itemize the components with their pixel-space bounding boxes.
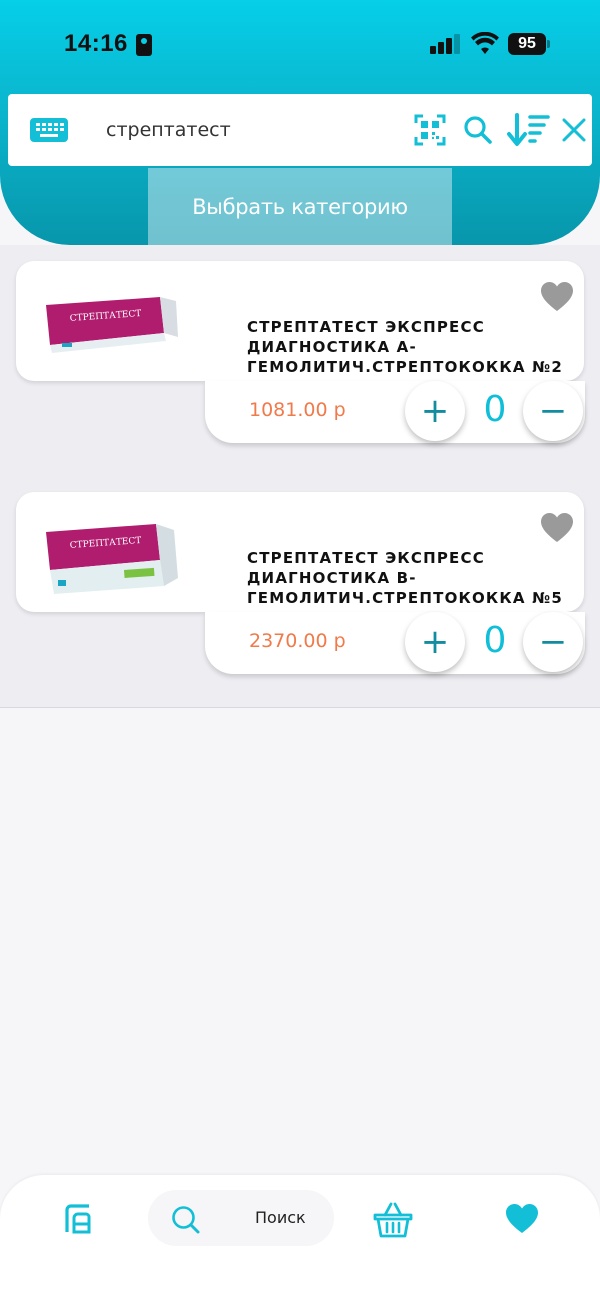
search-input[interactable] [106, 112, 396, 148]
wifi-icon [471, 32, 499, 54]
nav-basket-icon[interactable] [370, 1197, 416, 1243]
product-row: СТРЕПТАТЕСТ СТРЕПТАТЕСТ ЭКСПРЕСС ДИАГНОС… [0, 245, 600, 477]
bottom-nav: Поиск [0, 1175, 600, 1300]
battery-indicator: 95 [508, 33, 550, 55]
product-image: СТРЕПТАТЕСТ [46, 524, 178, 594]
price-panel: 1081.00 р + 0 − [205, 381, 585, 443]
header: 14:16 95 стрептатест Выбрать категорию [0, 0, 600, 245]
search-bar [8, 94, 592, 166]
price-panel: 2370.00 р + 0 − [205, 612, 585, 674]
quantity-value: 0 [483, 389, 507, 430]
increase-quantity-button[interactable]: + [405, 381, 465, 441]
keyboard-icon[interactable] [30, 118, 68, 142]
product-name: СТРЕПТАТЕСТ ЭКСПРЕСС ДИАГНОСТИКА В-ГЕМОЛ… [247, 549, 563, 607]
divider [0, 707, 600, 708]
search-icon[interactable] [460, 112, 496, 148]
nav-home-logo-icon[interactable] [58, 1199, 98, 1239]
status-time: 14:16 [64, 30, 128, 57]
nav-search-label[interactable]: Поиск [255, 1208, 306, 1227]
quantity-value: 0 [483, 620, 507, 661]
sim-card-icon [136, 34, 152, 56]
qr-code-icon[interactable] [412, 112, 448, 148]
increase-quantity-button[interactable]: + [405, 612, 465, 672]
product-row: СТРЕПТАТЕСТ СТРЕПТАТЕСТ ЭКСПРЕСС ДИАГНОС… [0, 476, 600, 708]
decrease-quantity-button[interactable]: − [523, 612, 583, 672]
nav-favorites-heart-icon[interactable] [500, 1199, 544, 1239]
close-icon[interactable] [560, 112, 588, 148]
nav-search-icon[interactable] [166, 1200, 206, 1240]
product-image: СТРЕПТАТЕСТ [46, 297, 178, 353]
select-category-button[interactable]: Выбрать категорию [148, 168, 452, 245]
heart-icon[interactable] [540, 281, 574, 313]
product-card[interactable]: СТРЕПТАТЕСТ СТРЕПТАТЕСТ ЭКСПРЕСС ДИАГНОС… [16, 492, 584, 612]
heart-icon[interactable] [540, 512, 574, 544]
product-name: СТРЕПТАТЕСТ ЭКСПРЕСС ДИАГНОСТИКА А-ГЕМОЛ… [247, 318, 563, 376]
decrease-quantity-button[interactable]: − [523, 381, 583, 441]
product-card[interactable]: СТРЕПТАТЕСТ СТРЕПТАТЕСТ ЭКСПРЕСС ДИАГНОС… [16, 261, 584, 381]
status-bar: 14:16 95 [0, 0, 600, 88]
sort-icon[interactable] [506, 112, 552, 148]
product-price: 2370.00 р [249, 630, 346, 652]
cellular-signal-icon [430, 34, 462, 54]
product-price: 1081.00 р [249, 399, 346, 421]
